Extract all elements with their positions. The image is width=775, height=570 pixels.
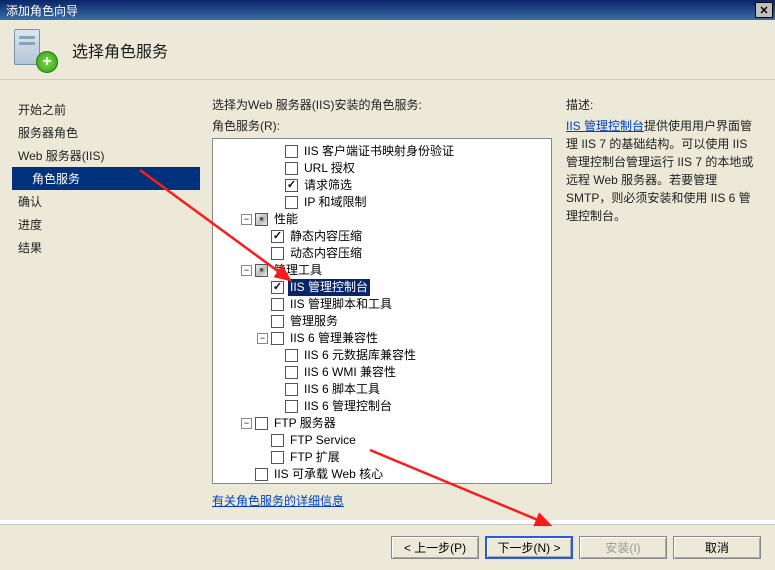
install-button[interactable]: 安装(I)	[579, 536, 667, 559]
tree-node[interactable]: − IIS 6 管理兼容性	[215, 330, 549, 347]
tree-node[interactable]: FTP Service	[215, 432, 549, 449]
page-title: 选择角色服务	[72, 38, 168, 62]
collapse-icon[interactable]: −	[241, 214, 252, 225]
description-body: 提供使用用户界面管理 IIS 7 的基础结构。可以使用 IIS 管理控制台管理运…	[566, 119, 753, 223]
tree-node-label: FTP 服务器	[272, 415, 338, 432]
checkbox[interactable]	[271, 298, 284, 311]
tree-node-label: 请求筛选	[302, 177, 354, 194]
window-title: 添加角色向导	[6, 2, 755, 19]
tree-node[interactable]: 动态内容压缩	[215, 245, 549, 262]
sidebar-step[interactable]: 开始之前	[12, 98, 200, 121]
tree-node-label: IIS 6 元数据库兼容性	[302, 347, 418, 364]
tree-node[interactable]: 请求筛选	[215, 177, 549, 194]
tree-node[interactable]: IIS 管理脚本和工具	[215, 296, 549, 313]
tree-node-label: 静态内容压缩	[288, 228, 364, 245]
tree-node-label: IIS 6 脚本工具	[302, 381, 382, 398]
collapse-icon[interactable]: −	[257, 333, 268, 344]
title-bar: 添加角色向导 ✕	[0, 0, 775, 20]
tree-node-label: IIS 6 WMI 兼容性	[302, 364, 398, 381]
tree-node-label: 动态内容压缩	[288, 245, 364, 262]
tree-node[interactable]: 管理服务	[215, 313, 549, 330]
tree-node[interactable]: URL 授权	[215, 160, 549, 177]
checkbox[interactable]	[255, 468, 268, 481]
tree-node[interactable]: IIS 6 管理控制台	[215, 398, 549, 415]
checkbox[interactable]	[285, 349, 298, 362]
checkbox[interactable]	[271, 434, 284, 447]
tree-node-label: IIS 管理脚本和工具	[288, 296, 394, 313]
checkbox[interactable]	[271, 451, 284, 464]
tree-node[interactable]: − 管理工具	[215, 262, 549, 279]
checkbox[interactable]	[285, 145, 298, 158]
checkbox[interactable]	[271, 247, 284, 260]
tree-node[interactable]: IIS 客户端证书映射身份验证	[215, 143, 549, 160]
tree-node-label: URL 授权	[302, 160, 357, 177]
sidebar-step[interactable]: 结果	[12, 236, 200, 259]
tree-node[interactable]: IP 和域限制	[215, 194, 549, 211]
tree-node-label: 性能	[272, 211, 300, 228]
collapse-icon[interactable]: −	[241, 418, 252, 429]
description-text: IIS 管理控制台提供使用用户界面管理 IIS 7 的基础结构。可以使用 IIS…	[566, 117, 761, 225]
checkbox[interactable]	[271, 315, 284, 328]
tree-node-label: IIS 6 管理控制台	[302, 398, 394, 415]
sidebar-step[interactable]: 确认	[12, 190, 200, 213]
more-info-link[interactable]: 有关角色服务的详细信息	[212, 492, 552, 509]
checkbox[interactable]	[285, 366, 298, 379]
tree-node-label: FTP 扩展	[288, 449, 342, 466]
description-label: 描述:	[566, 96, 761, 113]
checkbox[interactable]	[255, 417, 268, 430]
wizard-header: + 选择角色服务	[0, 20, 775, 80]
checkbox[interactable]	[271, 230, 284, 243]
tree-node-label: IIS 可承载 Web 核心	[272, 466, 385, 483]
wizard-footer: < 上一步(P) 下一步(N) > 安装(I) 取消	[0, 524, 775, 570]
back-button[interactable]: < 上一步(P)	[391, 536, 479, 559]
checkbox[interactable]	[285, 196, 298, 209]
tree-node[interactable]: 静态内容压缩	[215, 228, 549, 245]
tree-node[interactable]: − FTP 服务器	[215, 415, 549, 432]
sidebar-step[interactable]: Web 服务器(IIS)	[12, 144, 200, 167]
tree-node[interactable]: FTP 扩展	[215, 449, 549, 466]
tree-node-label: IIS 客户端证书映射身份验证	[302, 143, 456, 160]
sidebar-step[interactable]: 进度	[12, 213, 200, 236]
collapse-icon[interactable]: −	[241, 265, 252, 276]
tree-node[interactable]: IIS 6 元数据库兼容性	[215, 347, 549, 364]
instruction-text: 选择为Web 服务器(IIS)安装的角色服务:	[212, 96, 552, 113]
cancel-button[interactable]: 取消	[673, 536, 761, 559]
tree-node-label: FTP Service	[288, 432, 358, 449]
tree-node-label: IIS 6 管理兼容性	[288, 330, 380, 347]
checkbox[interactable]	[285, 400, 298, 413]
tree-node-label: IP 和域限制	[302, 194, 368, 211]
tree-node[interactable]: IIS 6 WMI 兼容性	[215, 364, 549, 381]
tree-node[interactable]: IIS 可承载 Web 核心	[215, 466, 549, 483]
tree-node-label: 管理工具	[272, 262, 324, 279]
checkbox[interactable]	[255, 264, 268, 277]
checkbox[interactable]	[285, 179, 298, 192]
roles-panel-label: 角色服务(R):	[212, 117, 552, 134]
checkbox[interactable]	[285, 383, 298, 396]
sidebar-step[interactable]: 角色服务	[12, 167, 200, 190]
tree-node-label: 管理服务	[288, 313, 340, 330]
sidebar-step[interactable]: 服务器角色	[12, 121, 200, 144]
next-button[interactable]: 下一步(N) >	[485, 536, 573, 559]
tree-node[interactable]: IIS 管理控制台	[215, 279, 549, 296]
checkbox[interactable]	[285, 162, 298, 175]
tree-node[interactable]: IIS 6 脚本工具	[215, 381, 549, 398]
wizard-steps-sidebar: 开始之前服务器角色Web 服务器(IIS)角色服务确认进度结果	[0, 80, 200, 520]
checkbox[interactable]	[255, 213, 268, 226]
description-link[interactable]: IIS 管理控制台	[566, 119, 644, 133]
tree-node[interactable]: − 性能	[215, 211, 549, 228]
role-services-tree[interactable]: IIS 客户端证书映射身份验证URL 授权请求筛选IP 和域限制 − 性能静态内容压…	[212, 138, 552, 484]
checkbox[interactable]	[271, 332, 284, 345]
tree-node-label: IIS 管理控制台	[288, 279, 370, 296]
checkbox[interactable]	[271, 281, 284, 294]
wizard-icon: +	[14, 29, 56, 71]
close-button[interactable]: ✕	[755, 2, 773, 18]
